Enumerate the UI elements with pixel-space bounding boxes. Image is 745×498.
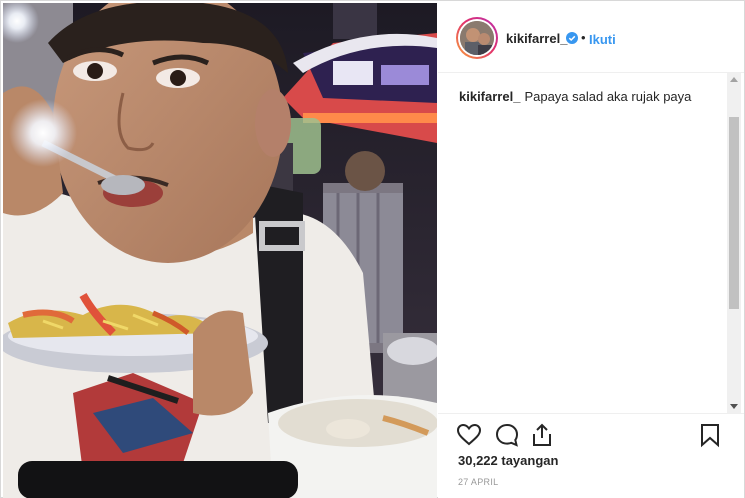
- avatar-photo: [460, 21, 494, 55]
- post-side-panel: kikifarrel_ • Ikuti kikifarrel_ Papaya sa…: [438, 1, 744, 498]
- avatar[interactable]: [460, 21, 494, 55]
- post-date[interactable]: 27 APRIL: [458, 477, 498, 487]
- scroll-down-arrow-icon[interactable]: [730, 404, 738, 409]
- bookmark-icon[interactable]: [697, 422, 723, 448]
- avatar-story-ring[interactable]: [456, 17, 498, 59]
- instagram-post-window: kikifarrel_ • Ikuti kikifarrel_ Papaya sa…: [0, 0, 745, 498]
- share-icon[interactable]: [529, 422, 555, 448]
- caption-text: Papaya salad aka rujak paya: [524, 89, 692, 104]
- post-video[interactable]: [3, 3, 437, 498]
- verified-badge-icon: [566, 32, 578, 44]
- follow-button[interactable]: Ikuti: [589, 32, 616, 47]
- comments-section: kikifarrel_ Papaya salad aka rujak paya: [438, 73, 728, 413]
- post-header: kikifarrel_ • Ikuti: [438, 1, 744, 73]
- post-caption: kikifarrel_ Papaya salad aka rujak paya: [459, 88, 719, 106]
- comment-bubble-icon[interactable]: [494, 422, 520, 448]
- comments-scrollbar[interactable]: [727, 73, 741, 413]
- action-bar: [438, 413, 744, 448]
- scroll-thumb[interactable]: [729, 117, 739, 309]
- caption-username[interactable]: kikifarrel_: [459, 89, 520, 104]
- scroll-up-arrow-icon[interactable]: [730, 77, 738, 82]
- follow-separator: •: [581, 30, 586, 45]
- heart-icon[interactable]: [456, 422, 482, 448]
- video-frame: [3, 3, 437, 498]
- view-count[interactable]: 30,222 tayangan: [458, 453, 558, 468]
- post-username[interactable]: kikifarrel_: [506, 31, 567, 46]
- avatar-frame: [458, 19, 496, 57]
